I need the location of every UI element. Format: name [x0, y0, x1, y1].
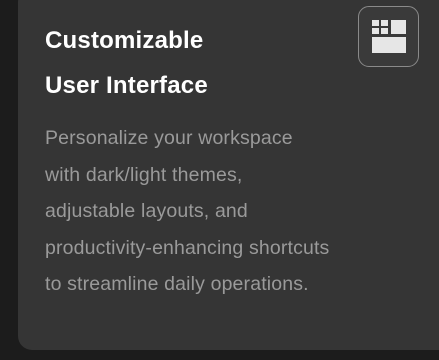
layout-grid-icon-button	[358, 6, 419, 67]
description-line: with dark/light themes,	[45, 163, 243, 186]
description-line: adjustable layouts, and	[45, 200, 248, 222]
card-title: Customizable User Interface	[45, 18, 208, 108]
description-line: productivity-enhancing shortcuts	[45, 236, 330, 259]
card-title-line-1: Customizable	[45, 27, 204, 54]
description-line: Personalize your workspace	[45, 127, 293, 149]
card-description: Personalize your workspace with dark/lig…	[45, 120, 405, 303]
layout-grid-icon	[372, 20, 406, 53]
description-line: to streamline daily operations.	[45, 273, 309, 295]
card-title-line-2: User Interface	[45, 72, 208, 99]
